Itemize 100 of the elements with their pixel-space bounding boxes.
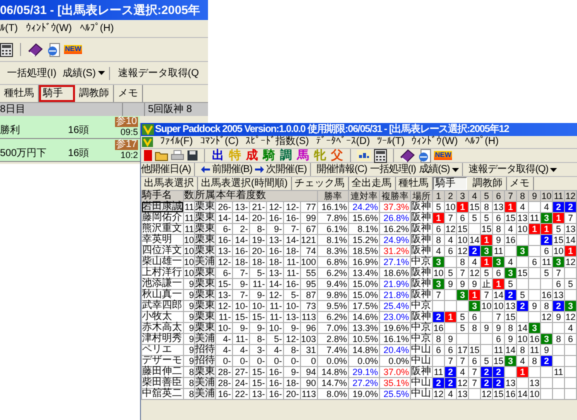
- table-cell: 37.0%: [380, 366, 410, 378]
- jockey-name[interactable]: 柴田善臣: [142, 378, 184, 388]
- table-cell: 12-: [284, 202, 300, 212]
- table-cell: 13: [504, 378, 516, 388]
- jockey-name[interactable]: 小牧太: [142, 312, 184, 322]
- book-icon[interactable]: [400, 148, 415, 162]
- table-cell: 5: [540, 268, 552, 278]
- toolbar-button[interactable]: 次開催(E): [255, 164, 307, 176]
- jockey-name[interactable]: デザーモ: [142, 356, 184, 366]
- table-cell: 26-: [216, 202, 232, 212]
- toolbar-button[interactable]: 一括処理(I): [6, 66, 58, 80]
- toolbar-button[interactable]: 馬: [296, 149, 310, 162]
- table-cell: 0-: [266, 356, 284, 366]
- jockey-name[interactable]: 藤田伸二: [142, 366, 184, 378]
- jockey-name[interactable]: 熊沢重文: [142, 224, 184, 234]
- jockey-name[interactable]: ペリエ: [142, 344, 184, 356]
- column-header: 5: [480, 190, 492, 202]
- table-cell: 15.2%: [348, 234, 380, 246]
- table-cell: 招待: [194, 344, 216, 356]
- toolbar-button[interactable]: 出: [211, 149, 225, 162]
- race-badge: 参17: [114, 140, 138, 150]
- table-cell: 13-: [284, 312, 300, 322]
- table-cell: 9.8%: [318, 290, 348, 300]
- menu-item[interactable]: ﾌｧｲﾙ(F): [160, 136, 193, 148]
- table-cell: 中山: [410, 344, 432, 356]
- menu-item[interactable]: ｳｨﾝﾄﾞｳ(W): [412, 136, 458, 148]
- menu-item[interactable]: ｳｨﾝﾄﾞｳ(W): [26, 21, 72, 36]
- book-icon[interactable]: [28, 42, 43, 56]
- table-cell: 13-: [266, 234, 284, 246]
- table-cell: 栗東: [194, 224, 216, 234]
- table-cell: 99: [300, 212, 318, 224]
- table-cell: 13.4%: [348, 268, 380, 278]
- tab[interactable]: 騎手: [39, 85, 75, 102]
- toolbar-button[interactable]: 前開催(B): [200, 164, 252, 176]
- jockey-name[interactable]: 藤岡佑介: [142, 212, 184, 224]
- tab[interactable]: 調教師: [470, 177, 507, 190]
- table-cell: 6.1%: [318, 224, 348, 234]
- table-cell: 美浦: [194, 334, 216, 344]
- table-cell: 94: [300, 366, 318, 378]
- save-icon[interactable]: [187, 150, 198, 161]
- toolbar-button[interactable]: 騎: [262, 149, 276, 162]
- table-cell: 8-: [250, 224, 266, 234]
- jockey-name[interactable]: 赤木高太: [142, 322, 184, 334]
- toolbar-button[interactable]: 調: [279, 149, 293, 162]
- menu-item[interactable]: ﾂｰﾙ(T): [376, 136, 405, 148]
- menu-item[interactable]: ﾃﾞｰﾀﾍﾞｰｽ(D): [316, 136, 370, 148]
- toolbar-button[interactable]: 成: [245, 149, 259, 162]
- jockey-name[interactable]: 柴山雄一: [142, 256, 184, 268]
- jockey-name[interactable]: 武幸四郎: [142, 300, 184, 312]
- menu-item[interactable]: ｺﾏﾝﾄﾞ(C): [200, 136, 239, 148]
- toolbar-button[interactable]: 開催情報(C): [316, 164, 367, 176]
- toolbar-button[interactable]: 一括処理(I): [370, 164, 416, 176]
- calculator-icon[interactable]: [374, 148, 387, 162]
- tab[interactable]: 出馬表選択: [141, 177, 198, 190]
- menu-item[interactable]: ﾍﾙﾌﾟ(H): [464, 136, 499, 148]
- tab[interactable]: 出馬表選択(時間順): [198, 177, 292, 190]
- race-row[interactable]: 500万円下 16頭 参17 10:2: [0, 139, 140, 162]
- folder-icon[interactable]: [155, 150, 168, 161]
- table-cell: 栗東: [194, 300, 216, 312]
- table-cell: 8.0%: [318, 388, 348, 400]
- race-row[interactable]: 勝利 16頭 参10 09:5: [0, 116, 140, 139]
- menu-item[interactable]: ｽﾋﾟｰﾄﾞ指数(S): [246, 136, 310, 148]
- table-cell: 16-: [284, 212, 300, 224]
- table-cell: 6.8%: [318, 256, 348, 268]
- menu-item[interactable]: ﾙ(T): [0, 21, 18, 36]
- table-cell: 8: [492, 224, 504, 234]
- tab[interactable]: メモ: [506, 177, 534, 190]
- table-cell: 6: [444, 246, 456, 256]
- toolbar-button[interactable]: 父: [330, 149, 344, 162]
- jockey-name[interactable]: 池添謙一: [142, 278, 184, 290]
- jockey-name[interactable]: 上村洋行: [142, 268, 184, 278]
- jockey-name[interactable]: 四位洋文: [142, 246, 184, 256]
- tab[interactable]: 全出走馬: [348, 177, 396, 190]
- toolbar-button[interactable]: 速報データ取得(Q): [468, 164, 558, 176]
- table-cell: 14.6%: [348, 312, 380, 322]
- jockey-name[interactable]: 秋山真一: [142, 290, 184, 300]
- table-cell: 14.7%: [318, 378, 348, 388]
- tab[interactable]: チェック馬: [292, 177, 349, 190]
- calculator-icon[interactable]: [0, 42, 13, 56]
- table-cell: 10: [492, 300, 504, 312]
- menu-item[interactable]: ﾍﾙﾌﾟ(H): [80, 21, 114, 36]
- jockey-name[interactable]: 中舘英二: [142, 388, 184, 400]
- chart-icon[interactable]: [357, 150, 371, 161]
- table-cell: 7-: [232, 290, 250, 300]
- tab[interactable]: 騎手: [432, 177, 467, 190]
- table-cell: 28-: [216, 366, 232, 378]
- table-cell: 13: [528, 378, 540, 388]
- table-cell: 26.8%: [380, 212, 410, 224]
- table-cell: 16.1%: [318, 202, 348, 212]
- table-cell: 栗東: [194, 268, 216, 278]
- toolbar-button[interactable]: 速報データ取得(Q: [116, 66, 200, 80]
- toolbar-button[interactable]: 他開催日(A): [141, 164, 191, 176]
- table-cell: 5: [564, 278, 576, 290]
- race-name: 勝利: [0, 125, 21, 137]
- toolbar-button[interactable]: 成績(S): [61, 66, 106, 80]
- jockey-name[interactable]: 津村明秀: [142, 334, 184, 344]
- toolbar-button[interactable]: 成績(S): [418, 164, 459, 176]
- table-cell: 20.4%: [380, 344, 410, 356]
- table-cell: 18.5%: [348, 246, 380, 256]
- jockey-name[interactable]: 幸英明: [142, 234, 184, 246]
